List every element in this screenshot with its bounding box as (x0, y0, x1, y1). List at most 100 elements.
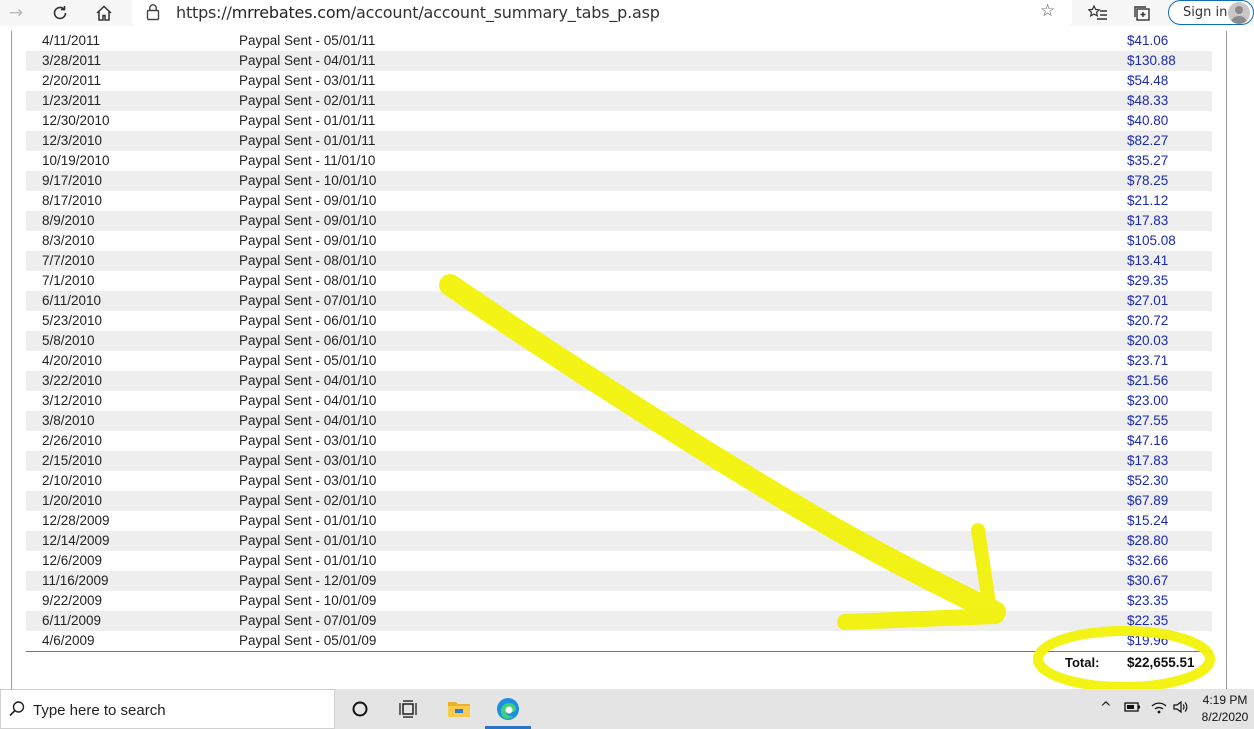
payment-date: 8/3/2010 (42, 233, 95, 248)
url-prefix: https:// (176, 3, 232, 22)
favorite-star-icon[interactable]: ☆ (1040, 1, 1055, 21)
payment-description: Paypal Sent - 06/01/10 (239, 313, 377, 328)
payment-amount-link[interactable]: $19.96 (1127, 633, 1168, 648)
payment-amount-link[interactable]: $20.72 (1127, 313, 1168, 328)
payment-amount-link[interactable]: $52.30 (1127, 473, 1168, 488)
refresh-icon[interactable] (48, 1, 72, 25)
payment-amount-link[interactable]: $54.48 (1127, 73, 1168, 88)
payment-amount-link[interactable]: $21.56 (1127, 373, 1168, 388)
payment-amount-link[interactable]: $29.35 (1127, 273, 1168, 288)
system-clock[interactable]: 4:19 PM 8/2/2020 (1196, 692, 1254, 726)
payment-description: Paypal Sent - 09/01/10 (239, 233, 377, 248)
payment-amount-link[interactable]: $105.08 (1127, 233, 1176, 248)
payment-date: 1/23/2011 (42, 93, 102, 108)
payment-amount-link[interactable]: $28.80 (1127, 533, 1168, 548)
collections-icon[interactable] (1130, 1, 1154, 25)
payment-history-panel: 4/11/2011 Paypal Sent - 05/01/11 $41.06 3/2… (11, 31, 1227, 689)
payment-description: Paypal Sent - 01/01/11 (239, 133, 376, 148)
forward-icon[interactable]: → (4, 1, 28, 25)
payment-amount-link[interactable]: $67.89 (1127, 493, 1168, 508)
payment-amount-link[interactable]: $30.67 (1127, 573, 1168, 588)
payment-date: 5/23/2010 (42, 313, 103, 328)
windows-taskbar: Type here to search ^ 4:19 PM 8/2/2020 (0, 689, 1254, 729)
payment-date: 11/16/2009 (42, 573, 109, 588)
table-row: 12/14/2009 Paypal Sent - 01/01/10 $28.80 (26, 531, 1212, 551)
payment-amount-link[interactable]: $82.27 (1127, 133, 1168, 148)
cortana-icon[interactable] (345, 695, 375, 723)
address-bar[interactable]: https://mrrebates.com/account/account_su… (132, 0, 1072, 26)
payment-amount-link[interactable]: $32.66 (1127, 553, 1168, 568)
show-hidden-icons-icon[interactable]: ^ (1100, 700, 1112, 716)
table-row: 4/6/2009 Paypal Sent - 05/01/09 $19.96 (26, 631, 1212, 651)
payment-amount-link[interactable]: $130.88 (1127, 53, 1176, 68)
payment-amount-link[interactable]: $23.35 (1127, 593, 1168, 608)
payment-amount-link[interactable]: $23.71 (1127, 353, 1168, 368)
volume-icon[interactable] (1172, 700, 1190, 718)
payment-amount-link[interactable]: $27.01 (1127, 293, 1168, 308)
payment-description: Paypal Sent - 06/01/10 (239, 333, 377, 348)
search-icon (7, 699, 27, 724)
table-row: 1/20/2010 Paypal Sent - 02/01/10 $67.89 (26, 491, 1212, 511)
table-row: 7/1/2010 Paypal Sent - 08/01/10 $29.35 (26, 271, 1212, 291)
payment-amount-link[interactable]: $78.25 (1127, 173, 1168, 188)
payment-amount-link[interactable]: $17.83 (1127, 213, 1168, 228)
payment-date: 6/11/2010 (42, 293, 102, 308)
payment-amount-link[interactable]: $17.83 (1127, 453, 1168, 468)
payment-amount-link[interactable]: $22.35 (1127, 613, 1168, 628)
payment-description: Paypal Sent - 02/01/11 (239, 93, 376, 108)
payment-amount-link[interactable]: $23.00 (1127, 393, 1168, 408)
taskbar-search-box[interactable]: Type here to search (0, 689, 335, 729)
table-row: 12/30/2010 Paypal Sent - 01/01/11 $40.80 (26, 111, 1212, 131)
payment-date: 8/9/2010 (42, 213, 95, 228)
home-icon[interactable] (92, 1, 116, 25)
payment-amount-link[interactable]: $13.41 (1127, 253, 1168, 268)
payment-date: 9/22/2009 (42, 593, 103, 608)
task-view-icon[interactable] (393, 695, 423, 723)
edge-browser-icon[interactable] (493, 695, 523, 723)
payment-description: Paypal Sent - 08/01/10 (239, 273, 377, 288)
payment-description: Paypal Sent - 04/01/10 (239, 393, 377, 408)
payment-amount-link[interactable]: $47.16 (1127, 433, 1168, 448)
payment-date: 3/12/2010 (42, 393, 103, 408)
payment-description: Paypal Sent - 10/01/10 (239, 173, 377, 188)
payment-description: Paypal Sent - 01/01/10 (239, 553, 377, 568)
sign-in-button[interactable]: Sign in (1168, 0, 1254, 25)
table-row: 2/15/2010 Paypal Sent - 03/01/10 $17.83 (26, 451, 1212, 471)
table-row: 9/22/2009 Paypal Sent - 10/01/09 $23.35 (26, 591, 1212, 611)
table-row: 4/20/2010 Paypal Sent - 05/01/10 $23.71 (26, 351, 1212, 371)
table-row: 5/23/2010 Paypal Sent - 06/01/10 $20.72 (26, 311, 1212, 331)
payment-amount-link[interactable]: $40.80 (1127, 113, 1168, 128)
payment-amount-link[interactable]: $20.03 (1127, 333, 1168, 348)
payment-description: Paypal Sent - 08/01/10 (239, 253, 377, 268)
search-placeholder: Type here to search (33, 702, 166, 719)
payment-amount-link[interactable]: $41.06 (1127, 33, 1168, 48)
payment-date: 3/28/2011 (42, 53, 102, 68)
payments-table: 4/11/2011 Paypal Sent - 05/01/11 $41.06 3/2… (26, 31, 1212, 651)
file-explorer-icon[interactable] (444, 695, 474, 723)
table-row: 7/7/2010 Paypal Sent - 08/01/10 $13.41 (26, 251, 1212, 271)
payment-amount-link[interactable]: $35.27 (1127, 153, 1168, 168)
payment-description: Paypal Sent - 07/01/09 (239, 613, 377, 628)
payment-date: 3/8/2010 (42, 413, 95, 428)
table-row: 8/3/2010 Paypal Sent - 09/01/10 $105.08 (26, 231, 1212, 251)
table-row: 5/8/2010 Paypal Sent - 06/01/10 $20.03 (26, 331, 1212, 351)
screen: → https://mrrebates.com/account/account_… (0, 0, 1254, 729)
payment-amount-link[interactable]: $27.55 (1127, 413, 1168, 428)
payment-description: Paypal Sent - 05/01/10 (239, 353, 377, 368)
url-domain: mrrebates.com (231, 3, 351, 22)
table-row: 8/17/2010 Paypal Sent - 09/01/10 $21.12 (26, 191, 1212, 211)
payment-amount-link[interactable]: $15.24 (1127, 513, 1168, 528)
payment-description: Paypal Sent - 03/01/10 (239, 433, 377, 448)
network-icon[interactable] (1150, 700, 1168, 718)
payment-date: 7/1/2010 (42, 273, 95, 288)
payment-description: Paypal Sent - 01/01/10 (239, 513, 377, 528)
battery-icon[interactable] (1124, 700, 1142, 718)
favorites-icon[interactable] (1086, 1, 1110, 25)
table-row: 9/17/2010 Paypal Sent - 10/01/10 $78.25 (26, 171, 1212, 191)
payment-amount-link[interactable]: $21.12 (1127, 193, 1168, 208)
payment-date: 12/3/2010 (42, 133, 103, 148)
payment-description: Paypal Sent - 05/01/11 (239, 33, 376, 48)
total-divider (26, 651, 1212, 652)
payment-amount-link[interactable]: $48.33 (1127, 93, 1168, 108)
url-text: https://mrrebates.com/account/account_su… (176, 3, 660, 22)
